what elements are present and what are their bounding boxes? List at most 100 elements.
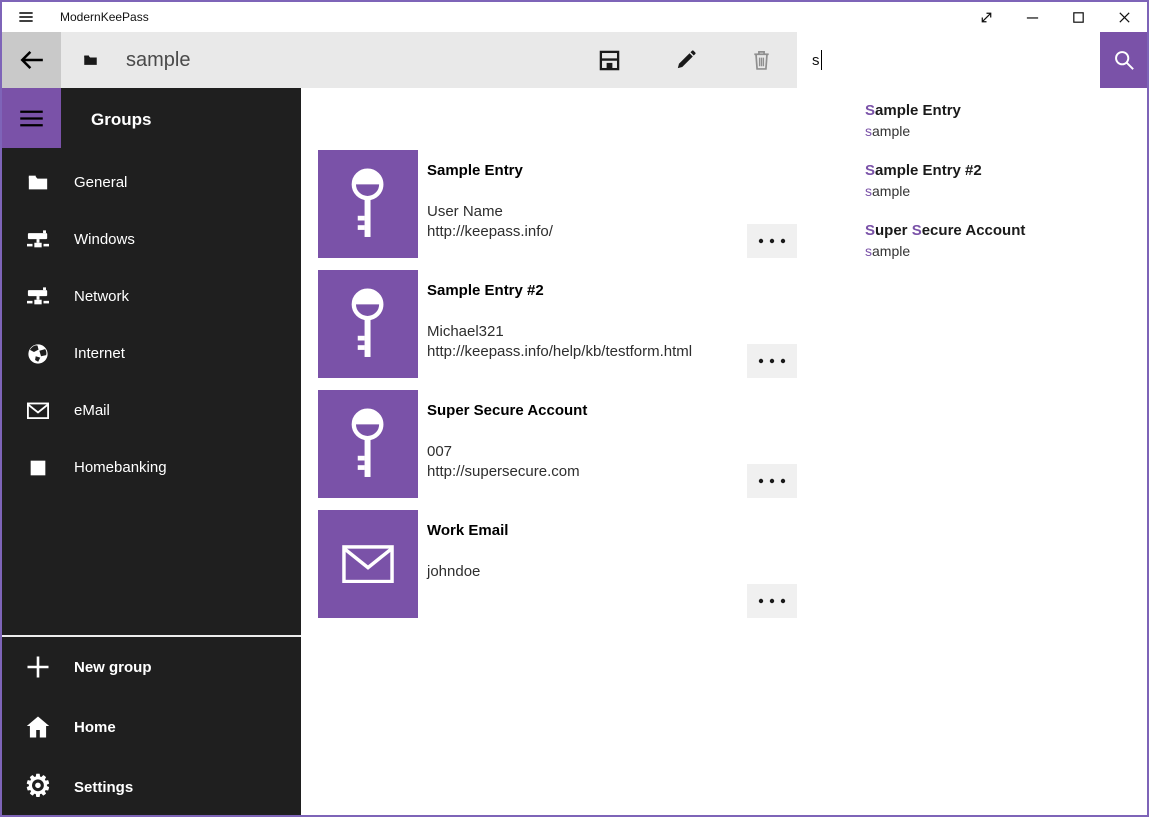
sidebar: Groups General Windows Network Internet eMai… (2, 88, 301, 815)
ellipsis-icon (757, 237, 787, 245)
groups-heading: Groups (91, 110, 151, 130)
key-icon (344, 286, 391, 362)
entry-more-button[interactable] (747, 224, 797, 258)
sidebar-item-label: Homebanking (74, 459, 167, 476)
trash-icon (750, 49, 773, 72)
entry-url: http://keepass.info/help/kb/testform.htm… (427, 342, 692, 362)
sidebar-item-general[interactable]: General (2, 154, 301, 211)
suggestion-title: Sample Entry (865, 101, 1147, 121)
fullscreen-icon (979, 10, 994, 25)
entry-row[interactable]: Super Secure Account007http://supersecur… (318, 390, 797, 498)
appbar-actions (584, 32, 786, 88)
edit-button[interactable] (660, 32, 710, 88)
square-icon (26, 457, 50, 479)
entry-list: Sample EntryUser Namehttp://keepass.info… (318, 150, 797, 630)
home-icon (26, 715, 50, 739)
folder-icon (83, 53, 98, 68)
sidebar-item-label: Home (74, 719, 116, 736)
ellipsis-icon (757, 357, 787, 365)
entry-icon-tile (318, 390, 418, 498)
search-input[interactable]: s (797, 32, 1100, 88)
app-title: ModernKeePass (60, 10, 149, 24)
entry-row[interactable]: Work Emailjohndoe (318, 510, 797, 618)
entry-title: Sample Entry #2 (427, 282, 692, 299)
gear-icon: ⚙ (26, 772, 50, 802)
key-icon (344, 406, 391, 482)
pencil-icon (674, 49, 697, 72)
entry-more-button[interactable] (747, 464, 797, 498)
entry-title: Sample Entry (427, 162, 553, 179)
entry-text: Super Secure Account007http://supersecur… (427, 390, 587, 498)
search-input-value: s (812, 52, 820, 69)
sidebar-item-label: Windows (74, 231, 135, 248)
sidebar-item-label: New group (74, 659, 152, 676)
sidebar-item-label: eMail (74, 402, 110, 419)
suggestion-subtitle: sample (865, 241, 1147, 261)
command-bar: sample s (2, 32, 1147, 88)
network-icon (26, 229, 50, 251)
maximize-button[interactable] (1055, 2, 1101, 32)
back-button[interactable] (2, 32, 61, 88)
fullscreen-button[interactable] (963, 2, 1009, 32)
sidebar-item-settings[interactable]: ⚙ Settings (2, 757, 301, 817)
close-icon (1117, 10, 1132, 25)
entry-icon-tile (318, 510, 418, 618)
search-suggestion[interactable]: Super Secure Accountsample (865, 221, 1147, 281)
group-list: General Windows Network Internet eMail Homeba… (2, 154, 301, 496)
title-bar: ModernKeePass (2, 2, 1147, 32)
sidebar-item-label: Settings (74, 779, 133, 796)
entry-row[interactable]: Sample Entry #2 Michael321http://keepass.… (318, 270, 797, 378)
search-button[interactable] (1100, 32, 1147, 88)
search-suggestion[interactable]: Sample Entry #2sample (865, 161, 1147, 221)
maximize-icon (1071, 10, 1086, 25)
envelope-icon (342, 545, 394, 583)
entry-icon-tile (318, 150, 418, 258)
hamburger-icon[interactable] (18, 9, 34, 25)
hamburger-icon (18, 105, 45, 132)
delete-button (736, 32, 786, 88)
nav-pane-button[interactable] (2, 88, 61, 148)
entry-text: Sample Entry User Namehttp://keepass.info… (427, 150, 553, 258)
entry-title: Super Secure Account (427, 402, 587, 419)
sidebar-item-home[interactable]: Home (2, 697, 301, 757)
sidebar-item-windows[interactable]: Windows (2, 211, 301, 268)
entry-text: Work Emailjohndoe (427, 510, 508, 618)
entry-text: Sample Entry #2 Michael321http://keepass.… (427, 270, 692, 378)
ellipsis-icon (757, 477, 787, 485)
sidebar-item-new-group[interactable]: New group (2, 637, 301, 697)
search-suggestion[interactable]: Sample Entrysample (865, 101, 1147, 161)
close-button[interactable] (1101, 2, 1147, 32)
suggestion-subtitle: sample (865, 121, 1147, 141)
mail-icon (26, 402, 50, 420)
sidebar-item-internet[interactable]: Internet (2, 325, 301, 382)
plus-icon (26, 655, 50, 679)
entry-url: http://keepass.info/ (427, 222, 553, 242)
entry-more-button[interactable] (747, 584, 797, 618)
entry-url: http://supersecure.com (427, 462, 587, 482)
sidebar-item-homebanking[interactable]: Homebanking (2, 439, 301, 496)
search-icon (1113, 49, 1135, 71)
text-caret (821, 50, 823, 70)
save-button[interactable] (584, 32, 634, 88)
sidebar-item-network[interactable]: Network (2, 268, 301, 325)
suggestion-title: Sample Entry #2 (865, 161, 1147, 181)
entry-username: johndoe (427, 562, 508, 582)
entry-more-button[interactable] (747, 344, 797, 378)
suggestion-subtitle: sample (865, 181, 1147, 201)
entry-username: Michael321 (427, 322, 692, 342)
minimize-icon (1025, 10, 1040, 25)
ellipsis-icon (757, 597, 787, 605)
entry-username: User Name (427, 202, 553, 222)
app-window: ModernKeePass sample s Groups General Win… (0, 0, 1149, 817)
suggestion-title: Super Secure Account (865, 221, 1147, 241)
sidebar-item-email[interactable]: eMail (2, 382, 301, 439)
database-title: sample (126, 49, 190, 72)
entry-row[interactable]: Sample Entry User Namehttp://keepass.info… (318, 150, 797, 258)
back-arrow-icon (19, 47, 45, 73)
network-icon (26, 286, 50, 308)
entry-icon-tile (318, 270, 418, 378)
sidebar-item-label: Network (74, 288, 129, 305)
search-suggestions-popup: Sample EntrysampleSample Entry #2sampleS… (797, 88, 1147, 291)
minimize-button[interactable] (1009, 2, 1055, 32)
key-icon (344, 166, 391, 242)
